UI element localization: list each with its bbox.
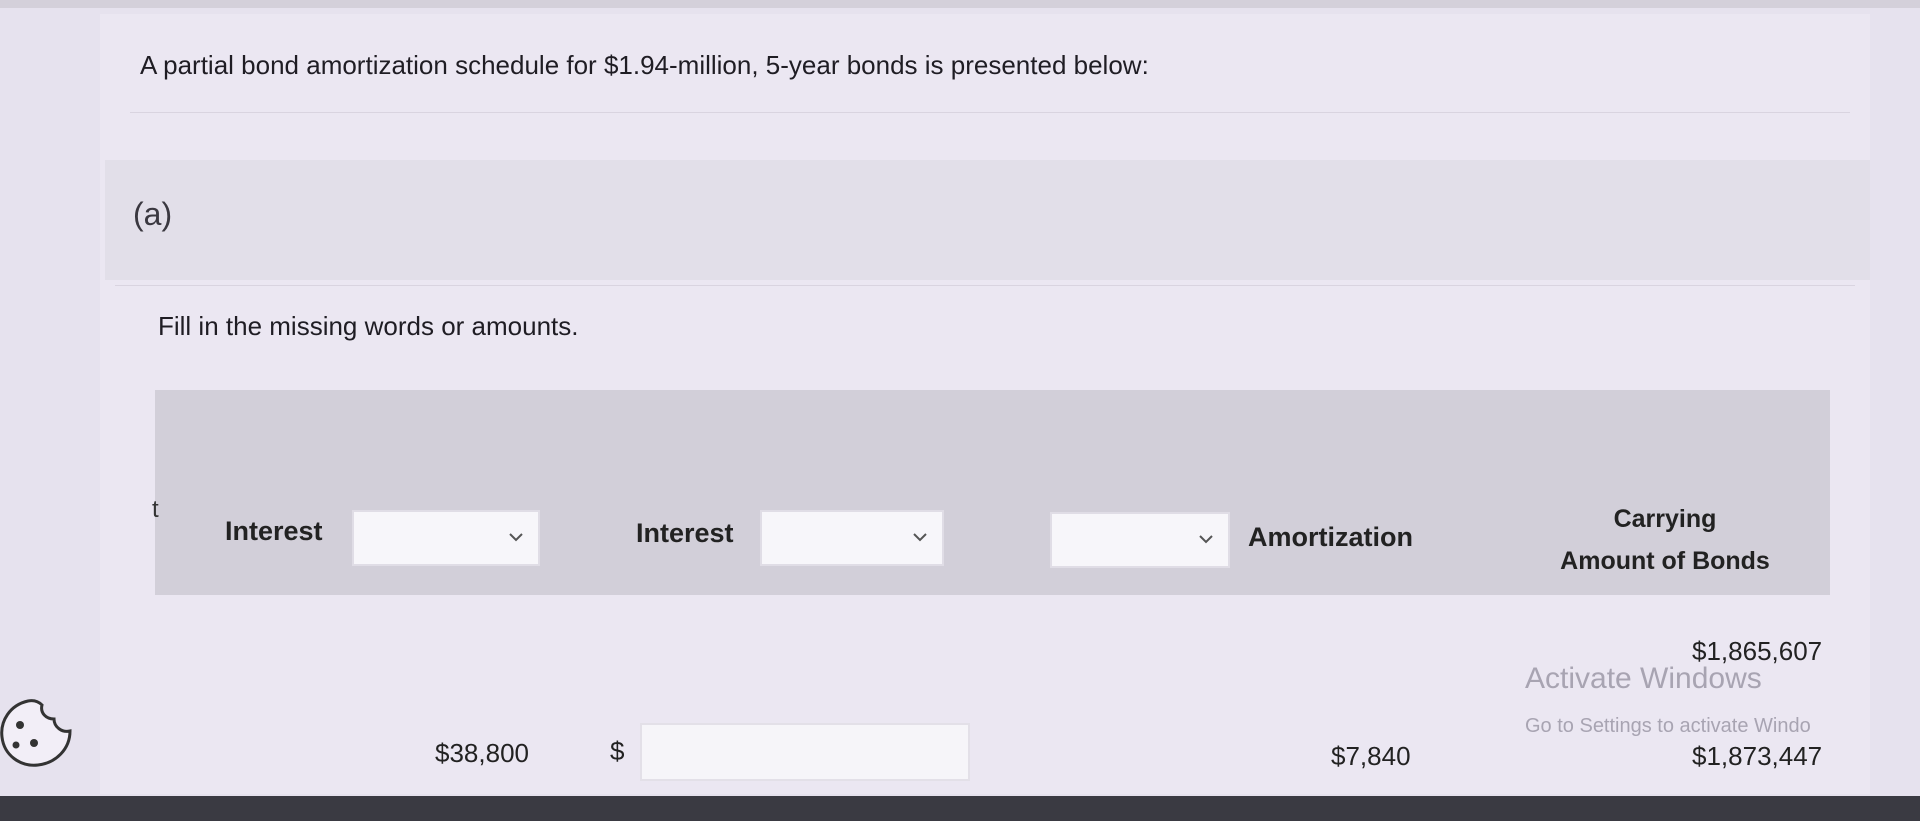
header-carrying-amount: Carrying Amount of Bonds [1530, 498, 1800, 582]
header-dropdown-3[interactable] [1050, 512, 1230, 568]
top-border [0, 0, 1920, 8]
taskbar-edge [0, 796, 1920, 821]
header-dropdown-1[interactable] [352, 510, 540, 566]
chevron-down-icon [509, 533, 523, 542]
activate-windows-subtitle: Go to Settings to activate Windo [1525, 715, 1811, 737]
header-carrying-line2: Amount of Bonds [1560, 547, 1770, 575]
chevron-down-icon [1199, 535, 1213, 544]
header-interest-2: Interest [636, 518, 734, 548]
row2-interest-amount: $38,800 [435, 738, 529, 768]
chevron-down-icon [913, 533, 927, 542]
header-carrying-line1: Carrying [1613, 505, 1717, 533]
section-band [105, 160, 1870, 280]
problem-intro: A partial bond amortization schedule for… [140, 50, 1149, 80]
header-dropdown-2[interactable] [760, 510, 944, 566]
header-amortization: Amortization [1248, 522, 1413, 552]
instruction-text: Fill in the missing words or amounts. [158, 311, 579, 341]
row2-interest-input[interactable] [640, 723, 970, 781]
section-label: (a) [133, 196, 173, 232]
row2-currency-sign: $ [610, 736, 625, 766]
divider [130, 112, 1850, 113]
row2-carrying-amount: $1,873,447 [1692, 741, 1823, 771]
activate-windows-title: Activate Windows [1525, 662, 1762, 695]
divider [115, 285, 1855, 286]
cookie-icon[interactable] [0, 695, 76, 769]
row-stub-fragment: t [152, 496, 159, 523]
row2-amortization-amount: $7,840 [1331, 741, 1411, 771]
header-interest-1: Interest [225, 516, 323, 546]
